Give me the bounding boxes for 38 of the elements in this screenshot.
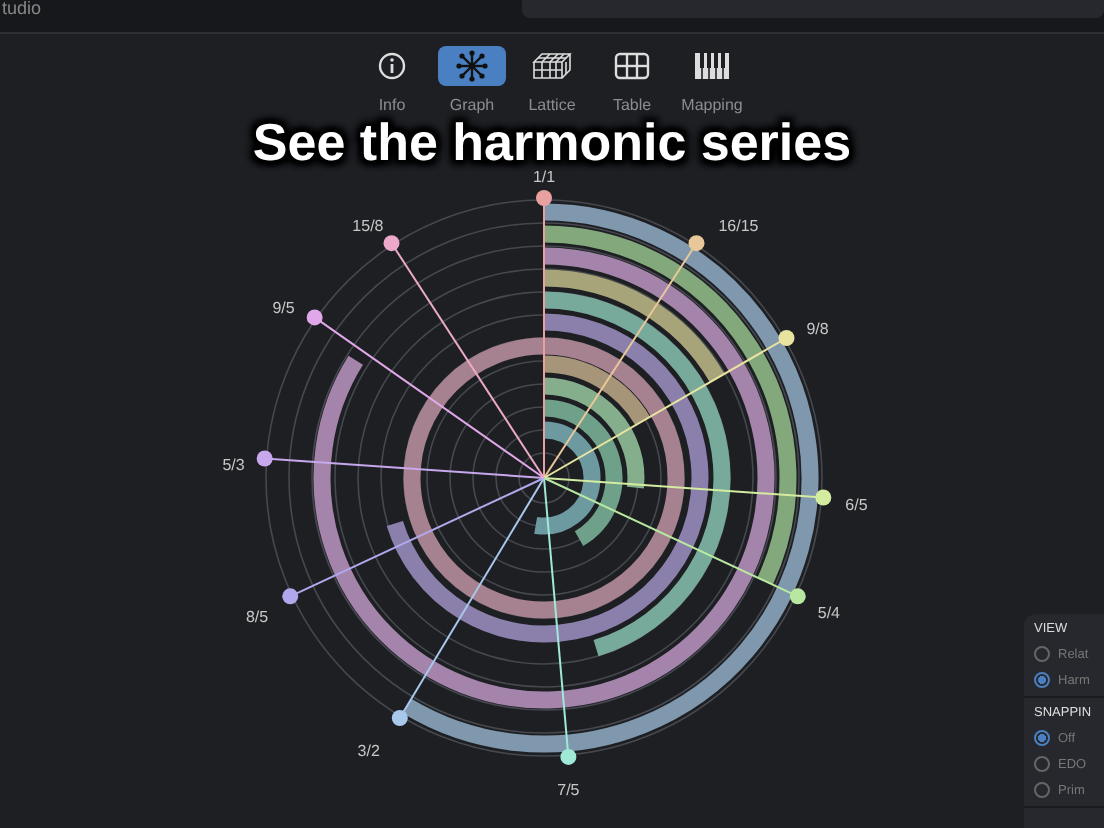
toolbar-tab[interactable]: Table	[598, 46, 666, 118]
toolbar-tab[interactable]: Info	[358, 46, 426, 118]
piano-keys-icon	[694, 52, 730, 80]
caption-text: See the harmonic series	[252, 114, 852, 170]
interval-node[interactable]	[560, 748, 577, 765]
radio-button[interactable]	[1034, 672, 1050, 688]
interval-node[interactable]	[391, 710, 408, 726]
radio-button[interactable]	[1034, 646, 1050, 662]
interval-label: 3/2	[357, 742, 380, 760]
interval-label: 9/8	[806, 320, 829, 338]
interval-node[interactable]	[789, 588, 806, 605]
interval-node[interactable]	[282, 588, 299, 605]
interval-label: 8/5	[246, 608, 269, 627]
interval-node[interactable]	[688, 235, 705, 252]
table-icon	[614, 52, 650, 80]
interval-label: 15/8	[352, 217, 384, 236]
interval-node[interactable]	[815, 489, 832, 506]
interval-label: 5/3	[222, 456, 245, 475]
app-title: tudio	[0, 0, 42, 18]
toolbar-tab[interactable]: Lattice	[518, 46, 586, 118]
radio-button[interactable]	[1034, 730, 1050, 746]
interval-label: 6/5	[845, 495, 868, 514]
interval-node[interactable]	[306, 309, 323, 326]
radio-button[interactable]	[1034, 782, 1050, 798]
toolbar-tab[interactable]: Mapping	[678, 46, 746, 118]
starburst-icon	[456, 50, 488, 82]
interval-label: 5/4	[817, 604, 840, 623]
interval-label: 7/5	[557, 780, 580, 799]
interval-label: 16/15	[718, 217, 759, 236]
lattice-icon	[532, 52, 572, 80]
info-icon	[378, 52, 406, 80]
interval-node[interactable]	[383, 235, 400, 252]
interval-node[interactable]	[256, 450, 273, 467]
radio-button[interactable]	[1034, 756, 1050, 772]
interval-label: 9/5	[272, 299, 295, 318]
interval-label: 1/1	[532, 168, 556, 186]
interval-node[interactable]	[536, 190, 552, 206]
interval-node[interactable]	[778, 330, 795, 346]
